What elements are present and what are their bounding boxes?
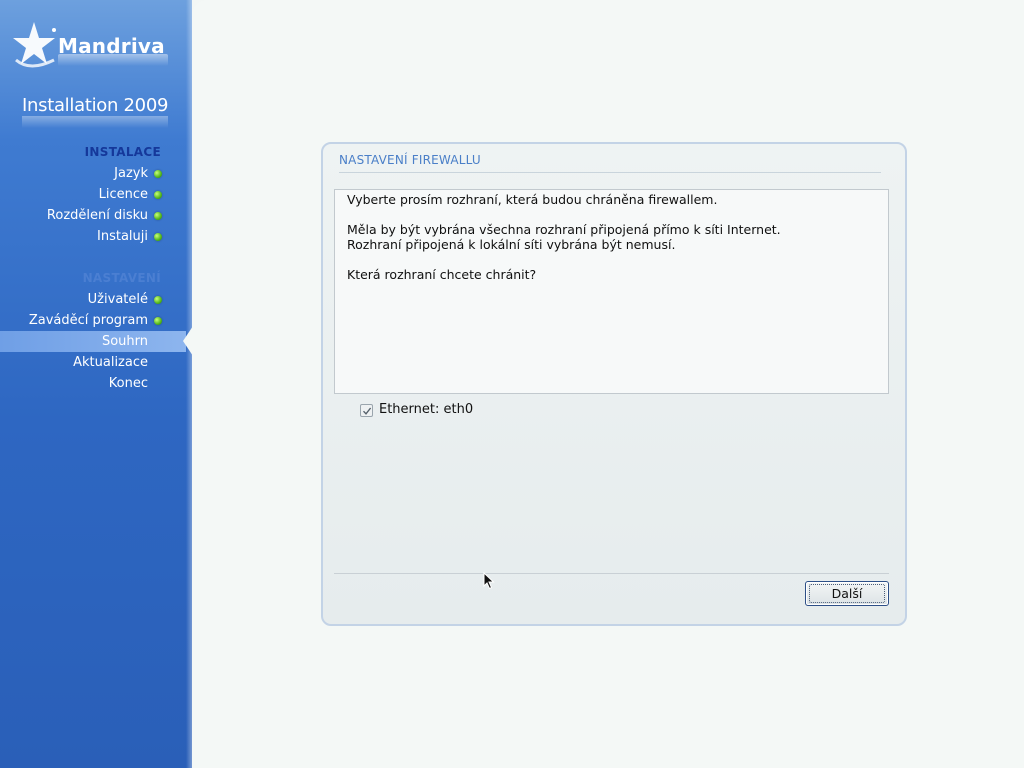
focus-ring bbox=[809, 584, 885, 603]
next-button[interactable]: Další bbox=[805, 581, 889, 606]
info-line: Rozhraní připojená k lokální síti vybrán… bbox=[347, 237, 676, 252]
install-title-reflection bbox=[22, 116, 168, 128]
step-zavadeci-program: Zaváděcí program bbox=[28, 313, 148, 328]
info-line: Měla by být vybrána všechna rozhraní při… bbox=[347, 222, 781, 237]
active-step-pointer-icon bbox=[183, 326, 193, 356]
step-konec: Konec bbox=[108, 376, 148, 391]
step-rozdeleni-disku: Rozdělení disku bbox=[46, 208, 148, 223]
ethernet-eth0-checkbox[interactable] bbox=[360, 404, 373, 417]
active-step-highlight bbox=[0, 331, 186, 352]
installer-sidebar: Mandriva Installation 2009 INSTALACE Jaz… bbox=[0, 0, 192, 768]
step-souhrn: Souhrn bbox=[101, 334, 148, 349]
step-done-icon bbox=[154, 170, 162, 178]
step-instaluji: Instaluji bbox=[97, 229, 148, 244]
checkmark-icon bbox=[362, 407, 372, 415]
step-done-icon bbox=[154, 212, 162, 220]
firewall-dialog: NASTAVENÍ FIREWALLU Vyberte prosím rozhr… bbox=[321, 142, 907, 626]
info-textbox: Vyberte prosím rozhraní, která budou chr… bbox=[334, 189, 889, 394]
info-line: Vyberte prosím rozhraní, která budou chr… bbox=[347, 192, 718, 207]
step-done-icon bbox=[154, 317, 162, 325]
step-uzivatele: Uživatelé bbox=[87, 292, 148, 307]
title-divider bbox=[339, 172, 881, 173]
dialog-title: NASTAVENÍ FIREWALLU bbox=[339, 153, 481, 167]
step-done-icon bbox=[154, 296, 162, 304]
step-aktualizace: Aktualizace bbox=[73, 355, 148, 370]
section-heading-nastaveni: NASTAVENÍ bbox=[82, 271, 161, 285]
button-divider bbox=[334, 573, 889, 574]
step-done-icon bbox=[154, 233, 162, 241]
install-title: Installation 2009 bbox=[22, 95, 169, 116]
step-licence: Licence bbox=[98, 187, 148, 202]
step-done-icon bbox=[154, 191, 162, 199]
step-jazyk: Jazyk bbox=[114, 166, 148, 181]
brand-reflection bbox=[58, 54, 168, 66]
info-line: Která rozhraní chcete chránit? bbox=[347, 267, 537, 282]
ethernet-eth0-label[interactable]: Ethernet: eth0 bbox=[379, 402, 473, 417]
section-heading-instalace: INSTALACE bbox=[84, 145, 161, 159]
mouse-cursor-icon bbox=[483, 572, 495, 590]
